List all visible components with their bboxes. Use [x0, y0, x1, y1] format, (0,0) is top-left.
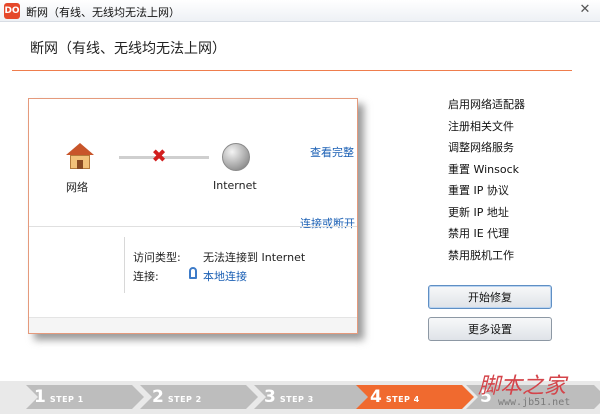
more-settings-button[interactable]: 更多设置 — [428, 317, 552, 341]
watermark-url: www.jb51.net — [498, 397, 571, 408]
task-item: 重置 IP 协议 — [448, 184, 509, 197]
task-item: 禁用 IE 代理 — [448, 227, 510, 240]
app-icon: DO — [4, 3, 20, 19]
disconnected-x-icon: ✖ — [151, 146, 167, 167]
window-title: 断网（有线、无线均无法上网） — [26, 6, 180, 19]
header-divider — [12, 70, 572, 71]
panel-vertical-divider — [124, 237, 125, 293]
panel-footer — [29, 317, 357, 333]
page-title: 断网（有线、无线均无法上网） — [30, 41, 226, 57]
task-item: 启用网络适配器 — [448, 98, 525, 111]
task-item: 调整网络服务 — [448, 141, 514, 154]
task-item: 注册相关文件 — [448, 119, 514, 133]
connection-label: 连接: — [133, 270, 159, 283]
task-item: 重置 Winsock — [448, 162, 520, 176]
step-3: 3 STEP 3 — [264, 387, 314, 407]
network-status-panel: 网络 ✖ Internet 查看完整 连接或断开 访问类型: 无法连接到 Int… — [28, 98, 358, 334]
watermark-logo: 脚本之家 — [478, 374, 567, 399]
internet-globe-icon — [222, 143, 250, 171]
step-2: 2 STEP 2 — [152, 387, 202, 407]
close-button[interactable]: ✕ — [574, 1, 596, 19]
panel-divider — [29, 226, 357, 227]
task-item: 更新 IP 地址 — [448, 205, 509, 219]
connect-disconnect-link[interactable]: 连接或断开 — [300, 215, 355, 231]
access-type-label: 访问类型: — [133, 251, 181, 264]
step-1: 1 STEP 1 — [34, 387, 84, 407]
local-connection-link[interactable]: 本地连接 — [203, 268, 247, 284]
network-adapter-icon — [189, 267, 197, 279]
task-item: 禁用脱机工作 — [448, 248, 514, 262]
home-network-icon — [66, 143, 94, 169]
title-bar: DO 断网（有线、无线均无法上网） ✕ — [0, 0, 600, 22]
step-4-active: 4 STEP 4 — [370, 387, 420, 407]
start-repair-button[interactable]: 开始修复 — [428, 285, 552, 309]
access-type-value: 无法连接到 Internet — [203, 251, 306, 264]
view-full-map-link[interactable]: 查看完整 — [310, 144, 354, 160]
network-label: 网络 — [66, 181, 88, 194]
internet-label: Internet — [213, 179, 257, 192]
